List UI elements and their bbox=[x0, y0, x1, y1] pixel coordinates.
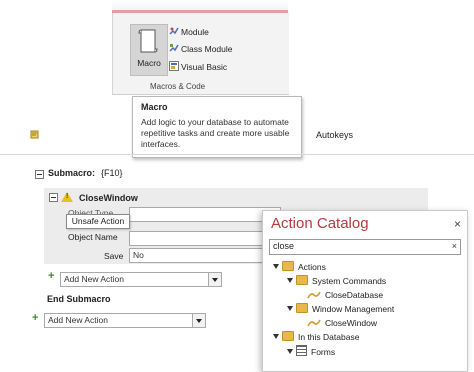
expand-icon[interactable] bbox=[287, 278, 293, 283]
form-icon bbox=[296, 345, 307, 356]
submacro-name[interactable]: {F10} bbox=[101, 168, 123, 178]
object-name-label: Object Name bbox=[68, 232, 118, 242]
tree-node-actions-label: Actions bbox=[298, 262, 326, 272]
folder-icon bbox=[282, 331, 294, 341]
action-catalog-pane: Action Catalog × close × Actions System … bbox=[262, 210, 468, 372]
tree-node-close-window[interactable]: CloseWindow bbox=[307, 317, 377, 329]
add-new-action-combo-inner[interactable]: Add New Action bbox=[60, 272, 222, 287]
tree-node-actions[interactable]: Actions bbox=[273, 261, 326, 273]
folder-icon bbox=[296, 303, 308, 313]
macro-scroll-icon bbox=[138, 29, 158, 53]
macro-small-icon bbox=[30, 130, 39, 139]
action-collapse-icon[interactable] bbox=[49, 193, 58, 202]
visual-basic-label: Visual Basic bbox=[181, 62, 228, 72]
grid-divider bbox=[0, 154, 474, 155]
submacro-label: Submacro: bbox=[48, 168, 96, 178]
class-module-label: Class Module bbox=[181, 44, 233, 54]
visual-basic-button[interactable]: Visual Basic bbox=[169, 61, 227, 73]
save-label: Save bbox=[104, 251, 124, 261]
tree-node-forms[interactable]: Forms bbox=[287, 345, 335, 357]
add-action-outer-plus-icon: + bbox=[32, 312, 39, 324]
folder-icon bbox=[296, 275, 308, 285]
ribbon-edge bbox=[112, 10, 288, 13]
submacro-collapse-icon[interactable] bbox=[35, 170, 44, 179]
add-new-action-outer-text: Add New Action bbox=[48, 315, 109, 325]
autokeys-tab[interactable]: Autokeys bbox=[316, 130, 353, 140]
chevron-down-icon[interactable] bbox=[192, 314, 205, 327]
action-lightning-icon bbox=[307, 319, 321, 327]
catalog-search-value: close bbox=[273, 241, 295, 251]
chevron-down-icon[interactable] bbox=[208, 273, 221, 286]
tree-node-forms-label: Forms bbox=[311, 347, 336, 357]
close-icon[interactable]: × bbox=[454, 217, 461, 231]
action-name[interactable]: CloseWindow bbox=[79, 193, 138, 203]
action-catalog-title: Action Catalog bbox=[271, 215, 369, 232]
module-label: Module bbox=[181, 27, 209, 37]
tree-node-system-commands-label: System Commands bbox=[312, 276, 387, 286]
tree-node-close-window-label: CloseWindow bbox=[325, 318, 377, 328]
add-new-action-inner-text: Add New Action bbox=[64, 274, 125, 284]
class-module-icon bbox=[169, 44, 179, 52]
tree-node-window-management[interactable]: Window Management bbox=[287, 303, 394, 315]
module-icon bbox=[169, 27, 179, 35]
tree-node-window-management-label: Window Management bbox=[312, 304, 395, 314]
expand-icon[interactable] bbox=[273, 264, 279, 269]
expand-icon[interactable] bbox=[287, 306, 293, 311]
warning-icon: ! bbox=[61, 192, 73, 202]
tooltip-title: Macro bbox=[141, 102, 168, 112]
tree-node-system-commands[interactable]: System Commands bbox=[287, 275, 386, 287]
save-value: No bbox=[133, 250, 144, 260]
macro-object-icon bbox=[30, 130, 39, 139]
end-submacro-label: End Submacro bbox=[47, 294, 111, 304]
folder-icon bbox=[282, 261, 294, 271]
ribbon-group-label: Macros & Code bbox=[150, 82, 206, 91]
expand-icon[interactable] bbox=[273, 334, 279, 339]
visual-basic-icon bbox=[169, 61, 179, 71]
macro-tooltip: Macro Add logic to your database to auto… bbox=[132, 96, 302, 158]
action-lightning-icon bbox=[307, 291, 321, 299]
macro-button[interactable]: Macro bbox=[130, 24, 168, 76]
tree-node-close-database[interactable]: CloseDatabase bbox=[307, 289, 383, 301]
class-module-button[interactable]: Class Module bbox=[169, 43, 233, 55]
unsafe-action-tooltip: Unsafe Action bbox=[66, 214, 130, 229]
macro-button-label: Macro bbox=[137, 58, 161, 68]
tooltip-body: Add logic to your database to automate r… bbox=[141, 117, 290, 149]
expand-icon[interactable] bbox=[287, 349, 293, 354]
warning-mark: ! bbox=[66, 193, 69, 200]
object-name-combo[interactable] bbox=[129, 231, 281, 246]
catalog-search-input[interactable]: close × bbox=[269, 239, 461, 255]
tree-node-close-database-label: CloseDatabase bbox=[325, 290, 384, 300]
add-new-action-combo-outer[interactable]: Add New Action bbox=[44, 313, 206, 328]
save-combo[interactable]: No bbox=[129, 248, 281, 263]
clear-search-icon[interactable]: × bbox=[452, 241, 457, 251]
object-type-combo[interactable] bbox=[129, 207, 281, 222]
module-button[interactable]: Module bbox=[169, 26, 209, 38]
add-action-plus-icon: + bbox=[48, 270, 55, 282]
tree-node-in-this-database-label: In this Database bbox=[298, 332, 360, 342]
tree-node-in-this-database[interactable]: In this Database bbox=[273, 331, 359, 343]
